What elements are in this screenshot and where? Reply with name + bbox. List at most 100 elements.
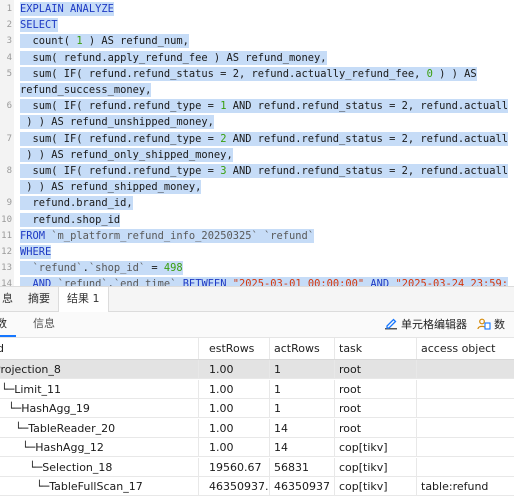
cell-task[interactable]: root bbox=[335, 399, 417, 417]
tab-result-1[interactable]: 结果 1 bbox=[58, 287, 109, 312]
code-token: "2025-03-24 23:59: bbox=[395, 278, 509, 286]
data-people-icon bbox=[477, 317, 491, 331]
cell-task[interactable]: cop[tikv] bbox=[335, 438, 417, 456]
result-toolbar: 数据 信息 单元格编辑器 数据 bbox=[0, 312, 514, 354]
cell-task[interactable]: root bbox=[335, 418, 417, 437]
code-token: ) ) AS bbox=[432, 67, 477, 80]
cell-access-object[interactable]: table:refund bbox=[417, 477, 514, 495]
cell-id[interactable]: └─Limit_11 bbox=[0, 379, 199, 398]
code-line[interactable]: 11 FROM `m_platform_refund_info_20250325`… bbox=[0, 228, 514, 243]
code-token: AND refund.refund_status = 2, refund.act… bbox=[226, 165, 508, 177]
cell-access-object[interactable] bbox=[417, 360, 514, 378]
cell-task[interactable]: cop[tikv] bbox=[335, 457, 417, 476]
cell-actrows[interactable]: 1 bbox=[270, 360, 335, 378]
cell-actrows[interactable]: 1 bbox=[270, 399, 335, 417]
column-header-actrows[interactable]: actRows bbox=[270, 338, 335, 359]
table-row[interactable]: └─Limit_11 1.00 1 root bbox=[0, 379, 514, 399]
code-line[interactable]: 10 refund.shop_id bbox=[0, 212, 514, 227]
subtab-data[interactable]: 数据 bbox=[0, 312, 16, 354]
code-line[interactable]: refund_success_money, bbox=[0, 83, 514, 97]
code-line[interactable]: 3 count( 1 ) AS refund_num, bbox=[0, 34, 514, 49]
result-grid[interactable]: id estRows actRows task access object Pr… bbox=[0, 338, 514, 500]
cell-id[interactable]: └─TableReader_20 bbox=[0, 418, 199, 437]
cell-estrows[interactable]: 1.00 bbox=[205, 418, 270, 437]
code-line[interactable]: 7 sum( IF( refund.refund_type = 2 AND re… bbox=[0, 131, 514, 146]
code-token: BETWEEN bbox=[182, 278, 227, 286]
cell-estrows[interactable]: 1.00 bbox=[205, 360, 270, 378]
cell-access-object[interactable] bbox=[417, 380, 514, 398]
code-token: `m_platform_refund_info_20250325` bbox=[51, 229, 258, 242]
tab-summary[interactable]: 摘要 bbox=[20, 287, 58, 311]
cell-id[interactable]: └─HashAgg_19 bbox=[0, 399, 199, 417]
code-text: sum( IF( refund.refund_status = 2, refun… bbox=[20, 66, 477, 81]
code-token: AND bbox=[370, 278, 390, 286]
cell-id[interactable]: └─HashAgg_12 bbox=[0, 438, 199, 456]
code-text: FROM `m_platform_refund_info_20250325` `… bbox=[20, 228, 315, 243]
code-token: ) AS refund_num, bbox=[82, 35, 189, 48]
code-text: count( 1 ) AS refund_num, bbox=[20, 34, 189, 49]
column-header-task[interactable]: task bbox=[335, 338, 417, 359]
code-line[interactable]: ) ) AS refund_unshipped_money, bbox=[0, 115, 514, 130]
code-line[interactable]: 6 sum( IF( refund.refund_type = 1 AND re… bbox=[0, 99, 514, 114]
cell-task[interactable]: root bbox=[335, 379, 417, 398]
code-line[interactable]: 13 `refund`.`shop_id` = 498 bbox=[0, 261, 514, 276]
cell-id[interactable]: └─Selection_18 bbox=[0, 457, 199, 476]
tab-messages[interactable]: 息 bbox=[0, 287, 21, 311]
cell-access-object[interactable] bbox=[417, 458, 514, 476]
code-token: sum( IF( refund.refund_type = bbox=[20, 100, 221, 113]
code-line[interactable]: 4 sum( refund.apply_refund_fee ) AS refu… bbox=[0, 50, 514, 65]
cell-editor-button[interactable]: 单元格编辑器 bbox=[384, 315, 467, 335]
column-header-estrows[interactable]: estRows bbox=[205, 338, 270, 359]
code-line[interactable]: 8 sum( IF( refund.refund_type = 3 AND re… bbox=[0, 164, 514, 178]
cell-estrows[interactable]: 1.00 bbox=[205, 399, 270, 417]
code-line[interactable]: 5 sum( IF( refund.refund_status = 2, ref… bbox=[0, 66, 514, 81]
column-header-access-object[interactable]: access object bbox=[417, 338, 514, 359]
code-token: ) ) AS refund_unshipped_money, bbox=[20, 116, 214, 129]
cell-estrows[interactable]: 46350937.0 bbox=[205, 477, 270, 495]
cell-access-object[interactable] bbox=[417, 438, 514, 456]
code-token: EXPLAIN ANALYZE bbox=[20, 3, 114, 15]
code-line[interactable]: 2 SELECT bbox=[0, 18, 514, 33]
column-header-id[interactable]: id bbox=[0, 338, 199, 359]
sql-editor[interactable]: 1 EXPLAIN ANALYZE 2 SELECT 3 count( 1 ) AS r… bbox=[0, 0, 514, 286]
cell-estrows[interactable]: 19560.67 bbox=[205, 457, 270, 476]
data-button[interactable]: 数据 bbox=[477, 315, 514, 351]
result-tab-bar: 息 摘要 结果 1 bbox=[0, 286, 514, 312]
cell-access-object[interactable] bbox=[417, 419, 514, 437]
table-row[interactable]: └─TableReader_20 1.00 14 root bbox=[0, 418, 514, 438]
code-line[interactable]: 12 WHERE bbox=[0, 245, 514, 259]
cell-actrows[interactable]: 46350937 bbox=[270, 477, 335, 495]
table-row[interactable]: └─HashAgg_12 1.00 14 cop[tikv] bbox=[0, 438, 514, 457]
code-text: sum( refund.apply_refund_fee ) AS refund… bbox=[20, 50, 327, 65]
cell-task[interactable]: root bbox=[335, 360, 417, 378]
code-line[interactable]: ) ) AS refund_only_shipped_money, bbox=[0, 147, 514, 162]
cell-actrows[interactable]: 1 bbox=[270, 379, 335, 398]
cell-task[interactable]: cop[tikv] bbox=[335, 477, 417, 495]
table-row[interactable]: └─Selection_18 19560.67 56831 cop[tikv] bbox=[0, 457, 514, 477]
code-token: sum( IF( refund.refund_status = 2, refun… bbox=[20, 67, 427, 80]
code-token: SELECT bbox=[20, 19, 58, 32]
code-line[interactable]: ) ) AS refund_shipped_money, bbox=[0, 180, 514, 195]
cell-actrows[interactable]: 56831 bbox=[270, 457, 335, 476]
cell-id[interactable]: └─TableFullScan_17 bbox=[0, 477, 199, 495]
code-token: count( bbox=[20, 35, 77, 48]
line-number: 2 bbox=[6, 20, 12, 31]
code-text: refund.brand_id, bbox=[20, 196, 133, 211]
code-line[interactable]: 9 refund.brand_id, bbox=[0, 196, 514, 211]
code-token: sum( refund.apply_refund_fee ) AS refund… bbox=[20, 51, 327, 64]
cell-id[interactable]: Projection_8 bbox=[0, 360, 199, 378]
line-number: 5 bbox=[6, 68, 12, 79]
code-token: sum( IF( refund.refund_type = bbox=[20, 165, 221, 177]
table-row[interactable]: └─HashAgg_19 1.00 1 root bbox=[0, 399, 514, 418]
cell-estrows[interactable]: 1.00 bbox=[205, 379, 270, 398]
code-token: `refund` bbox=[264, 229, 315, 242]
code-line[interactable]: 14 AND `refund`.`end_time` BETWEEN "2025… bbox=[0, 277, 514, 286]
table-row[interactable]: └─TableFullScan_17 46350937.0 46350937 cop[… bbox=[0, 477, 514, 496]
cell-actrows[interactable]: 14 bbox=[270, 438, 335, 456]
code-line[interactable]: 1 EXPLAIN ANALYZE bbox=[0, 2, 514, 16]
table-row[interactable]: Projection_8 1.00 1 root bbox=[0, 360, 514, 379]
subtab-info[interactable]: 信息 bbox=[33, 312, 55, 337]
cell-access-object[interactable] bbox=[417, 399, 514, 417]
cell-actrows[interactable]: 14 bbox=[270, 418, 335, 437]
cell-estrows[interactable]: 1.00 bbox=[205, 438, 270, 456]
